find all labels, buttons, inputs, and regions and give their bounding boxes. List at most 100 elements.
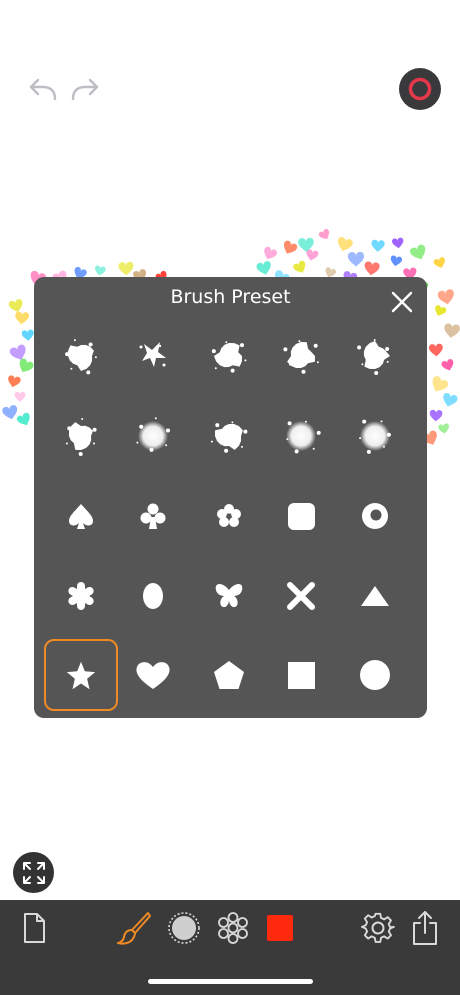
pentagon-brush-icon — [214, 661, 244, 689]
brush-preset-rounded-square-brush[interactable] — [264, 480, 338, 552]
brush-preset-soft-round-brush-3[interactable] — [264, 400, 338, 472]
brush-preset-soft-round-brush-4[interactable] — [338, 400, 412, 472]
brush-preset-splatter-brush-6[interactable] — [44, 400, 118, 472]
brush-preset-splatter-brush-4[interactable] — [264, 320, 338, 392]
heart-stamp — [8, 299, 23, 313]
heart-stamp — [438, 423, 449, 434]
heart-stamp — [95, 265, 106, 276]
brush-preset-soft-round-brush-1[interactable] — [116, 400, 190, 472]
heart-stamp — [437, 289, 454, 305]
share-button[interactable] — [403, 906, 447, 950]
heart-stamp — [410, 244, 426, 260]
heart-stamp — [318, 228, 330, 240]
brush-preset-splatter-brush-1[interactable] — [44, 320, 118, 392]
brush-preset-splatter-brush-3[interactable] — [192, 320, 266, 392]
brush-size-circle-icon — [168, 912, 200, 944]
heart-stamp — [293, 260, 306, 273]
heart-stamp — [118, 261, 134, 276]
expand-arrows-icon — [22, 861, 45, 884]
heart-stamp — [264, 246, 278, 260]
heart-brush-icon — [136, 662, 170, 689]
heart-stamp — [444, 323, 460, 339]
brush-tool-button[interactable] — [111, 906, 155, 950]
brush-preset-ring-brush[interactable] — [338, 480, 412, 552]
brush-preset-pentagon-brush[interactable] — [192, 639, 266, 711]
pattern-flower-icon — [218, 912, 248, 944]
heart-stamp — [433, 257, 445, 269]
heart-stamp — [371, 239, 385, 253]
soft-round-brush-2-icon — [210, 421, 248, 453]
redo-button[interactable] — [66, 72, 106, 108]
heart-stamp — [8, 375, 21, 388]
asterisk-brush-icon — [68, 582, 94, 610]
splatter-brush-4-icon — [283, 340, 319, 374]
brush-preset-circle-brush[interactable] — [338, 639, 412, 711]
expand-button[interactable] — [13, 852, 54, 893]
brush-preset-star-brush[interactable] — [44, 639, 118, 711]
soft-round-brush-3-icon — [286, 420, 321, 454]
heart-stamp — [364, 261, 380, 276]
paintbrush-icon — [117, 912, 151, 945]
heart-stamp — [283, 240, 298, 254]
brush-preset-asterisk-brush[interactable] — [44, 560, 118, 632]
heart-stamp — [337, 236, 353, 252]
brush-preset-panel: Brush Preset — [34, 277, 427, 718]
current-color-swatch — [267, 915, 293, 941]
club-brush-icon — [140, 503, 166, 529]
heart-stamp — [256, 261, 271, 275]
star-brush-icon — [66, 661, 96, 690]
brush-preset-soft-round-brush-2[interactable] — [192, 400, 266, 472]
heart-stamp — [14, 392, 26, 402]
brush-preset-club-brush[interactable] — [116, 480, 190, 552]
heart-stamp — [392, 237, 404, 249]
record-button[interactable] — [399, 68, 441, 110]
heart-stamp — [435, 305, 447, 317]
heart-stamp — [16, 412, 30, 426]
brush-preset-heart-brush[interactable] — [116, 639, 190, 711]
brush-preset-splatter-brush-2[interactable] — [116, 320, 190, 392]
heart-stamp — [390, 255, 403, 267]
home-indicator — [148, 979, 313, 984]
document-icon — [24, 913, 45, 943]
soft-round-brush-1-icon — [136, 417, 170, 452]
share-icon — [413, 911, 437, 945]
brush-preset-butterfly-brush[interactable] — [192, 560, 266, 632]
brush-preset-square-brush[interactable] — [264, 639, 338, 711]
undo-arrow-icon — [29, 78, 57, 101]
brush-preset-flower-brush[interactable] — [192, 480, 266, 552]
heart-stamp — [15, 311, 30, 325]
splatter-brush-5-icon — [357, 339, 390, 375]
x-cross-brush-icon — [287, 582, 315, 610]
splatter-brush-1-icon — [65, 339, 97, 375]
splatter-brush-3-icon — [211, 341, 247, 373]
soft-round-brush-4-icon — [359, 419, 391, 454]
heart-stamp — [443, 393, 458, 407]
heart-stamp — [432, 376, 449, 392]
heart-stamp — [347, 251, 365, 267]
brush-preset-triangle-brush[interactable] — [338, 560, 412, 632]
brush-preset-x-cross-brush[interactable] — [264, 560, 338, 632]
pattern-button[interactable] — [211, 906, 255, 950]
record-circle-icon — [408, 77, 432, 101]
heart-stamp — [428, 343, 443, 357]
spade-brush-icon — [69, 504, 93, 529]
butterfly-brush-icon — [215, 584, 243, 608]
brush-size-button[interactable] — [162, 906, 206, 950]
color-picker-button[interactable] — [258, 906, 302, 950]
splatter-brush-6-icon — [65, 418, 97, 456]
undo-button[interactable] — [22, 72, 62, 108]
brush-preset-oval-brush[interactable] — [116, 560, 190, 632]
oval-brush-icon — [143, 583, 163, 609]
redo-arrow-icon — [71, 78, 99, 101]
heart-stamp — [19, 358, 34, 373]
rounded-square-brush-icon — [288, 503, 315, 530]
new-document-button[interactable] — [12, 906, 56, 950]
triangle-brush-icon — [361, 586, 389, 606]
heart-stamp — [21, 329, 34, 341]
circle-brush-icon — [360, 660, 390, 690]
brush-preset-splatter-brush-5[interactable] — [338, 320, 412, 392]
brush-preset-spade-brush[interactable] — [44, 480, 118, 552]
flower-brush-icon — [217, 504, 241, 527]
heart-stamp — [441, 359, 454, 371]
settings-button[interactable] — [356, 906, 400, 950]
